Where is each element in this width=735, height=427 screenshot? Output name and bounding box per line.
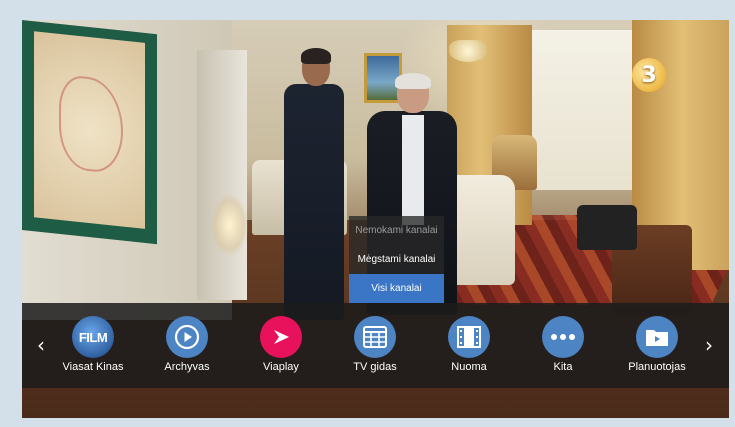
scene-painting (22, 20, 157, 245)
menu-item-viaplay[interactable]: Viaplay (236, 316, 326, 381)
menu-item-label: Nuoma (451, 361, 487, 373)
channel-logo: 3 (632, 58, 666, 92)
scene-person-left (284, 48, 344, 320)
menu-item-viasat-kinas[interactable]: FILM Viasat Kinas (48, 316, 138, 381)
menu-item-label: Viaplay (263, 361, 299, 373)
chevron-right-icon[interactable]: › (699, 333, 719, 357)
menu-item-label: Kita (553, 361, 573, 373)
video-frame: 3 Nemokami kanalai Mėgstami kanalai Visi… (22, 20, 729, 418)
menu-item-label: Viasat Kinas (62, 361, 124, 373)
menu-item-label: TV gidas (353, 361, 397, 373)
scene-lamp (202, 180, 257, 270)
film-strip-icon (448, 316, 490, 358)
folder-icon (636, 316, 678, 358)
channel-filter-menu: Nemokami kanalai Mėgstami kanalai Visi k… (349, 216, 444, 303)
scene-chandelier (449, 40, 487, 62)
main-menu-bar: ‹ FILM Viasat Kinas Archyvas Viaplay TV … (22, 303, 729, 388)
submenu-item-favorite-channels[interactable]: Mėgstami kanalai (349, 245, 444, 274)
menu-item-tv-gidas[interactable]: TV gidas (330, 316, 420, 381)
menu-item-planuotojas[interactable]: Planuotojas (612, 316, 702, 381)
menu-item-archyvas[interactable]: Archyvas (142, 316, 232, 381)
menu-item-nuoma[interactable]: Nuoma (424, 316, 514, 381)
scene-window (527, 30, 637, 190)
calendar-grid-icon (354, 316, 396, 358)
submenu-item-all-channels[interactable]: Visi kanalai (349, 274, 444, 303)
menu-item-label: Planuotojas (628, 361, 686, 373)
menu-item-kita[interactable]: Kita (518, 316, 608, 381)
submenu-item-free-channels[interactable]: Nemokami kanalai (349, 216, 444, 245)
film-logo-icon: FILM (72, 316, 114, 358)
scene-bag (577, 205, 637, 250)
play-circle-icon (166, 316, 208, 358)
menu-item-label: Archyvas (164, 361, 210, 373)
more-dots-icon (542, 316, 584, 358)
viaplay-logo-icon (260, 316, 302, 358)
